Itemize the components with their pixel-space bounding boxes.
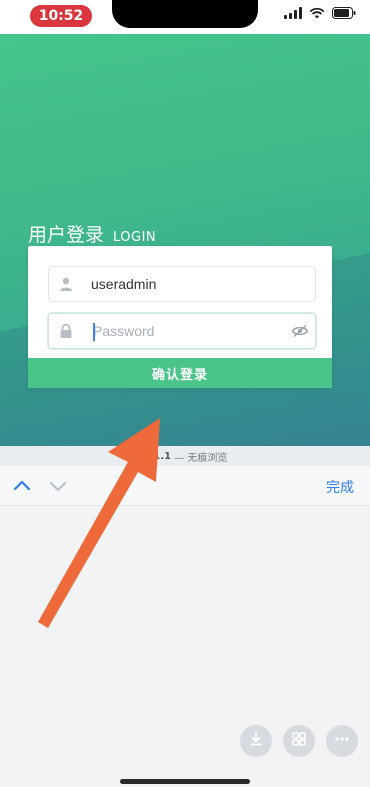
private-browsing-label: — 无痕浏览	[174, 452, 228, 464]
phone-screen: 10:52 用户登录 LOGIN useradmin Password 确认登录…	[0, 0, 370, 787]
username-value[interactable]: useradmin	[83, 267, 315, 301]
chevron-down-icon[interactable]	[48, 476, 68, 500]
download-icon	[248, 731, 264, 751]
login-title-en: LOGIN	[113, 230, 157, 245]
version-strip: 8.1.1 — 无痕浏览	[0, 446, 370, 466]
login-title-zh: 用户登录	[28, 224, 105, 246]
lock-icon	[49, 314, 83, 348]
eye-off-icon[interactable]	[285, 324, 315, 338]
more-icon	[334, 731, 350, 751]
confirm-login-button[interactable]: 确认登录	[28, 358, 332, 388]
password-field[interactable]	[48, 313, 316, 349]
user-icon	[49, 267, 83, 301]
grid-button[interactable]	[283, 725, 315, 757]
text-caret	[93, 323, 95, 341]
status-icons	[284, 7, 356, 19]
login-title: 用户登录 LOGIN	[28, 220, 156, 247]
notch	[112, 0, 258, 28]
done-button[interactable]: 完成	[326, 477, 354, 497]
status-bar: 10:52	[0, 0, 370, 34]
more-button[interactable]	[326, 725, 358, 757]
home-indicator	[120, 779, 250, 784]
grid-icon	[291, 731, 307, 751]
status-time: 10:52	[30, 5, 92, 27]
password-input[interactable]	[83, 314, 285, 348]
username-field[interactable]: useradmin	[48, 266, 316, 302]
keyboard-accessory-bar: 完成	[0, 466, 370, 506]
wifi-icon	[309, 7, 325, 19]
signal-icon	[284, 7, 302, 19]
version-number: 8.1.1	[142, 450, 172, 462]
download-button[interactable]	[240, 725, 272, 757]
blank-area	[0, 507, 370, 787]
chevron-up-icon[interactable]	[12, 476, 32, 500]
battery-icon	[332, 7, 356, 19]
